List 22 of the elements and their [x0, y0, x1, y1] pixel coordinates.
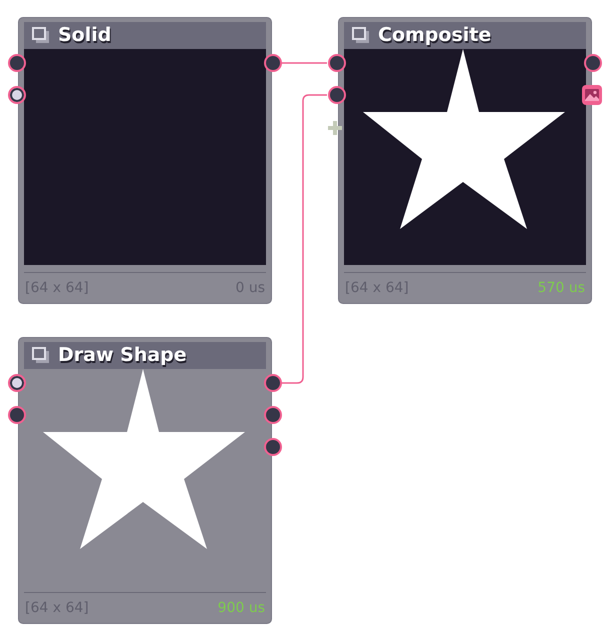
copy-icon	[32, 27, 50, 44]
port[interactable]	[8, 86, 26, 104]
port[interactable]	[328, 86, 346, 104]
timing-label: 900 us	[218, 598, 265, 618]
port[interactable]	[584, 54, 602, 72]
image-icon[interactable]	[582, 85, 602, 105]
port[interactable]	[8, 406, 26, 424]
node-title: Composite	[378, 26, 492, 45]
port[interactable]	[264, 374, 282, 392]
port[interactable]	[328, 54, 346, 72]
copy-icon	[32, 347, 50, 364]
node-title: Solid	[58, 26, 112, 45]
add-icon[interactable]	[327, 120, 343, 136]
port[interactable]	[8, 374, 26, 392]
port[interactable]	[8, 54, 26, 72]
port[interactable]	[264, 54, 282, 72]
port[interactable]	[264, 438, 282, 456]
connection-wire	[281, 62, 327, 64]
timing-label: 570 us	[538, 278, 585, 298]
port[interactable]	[264, 406, 282, 424]
copy-icon	[352, 27, 370, 44]
node-title: Draw Shape	[58, 346, 187, 365]
